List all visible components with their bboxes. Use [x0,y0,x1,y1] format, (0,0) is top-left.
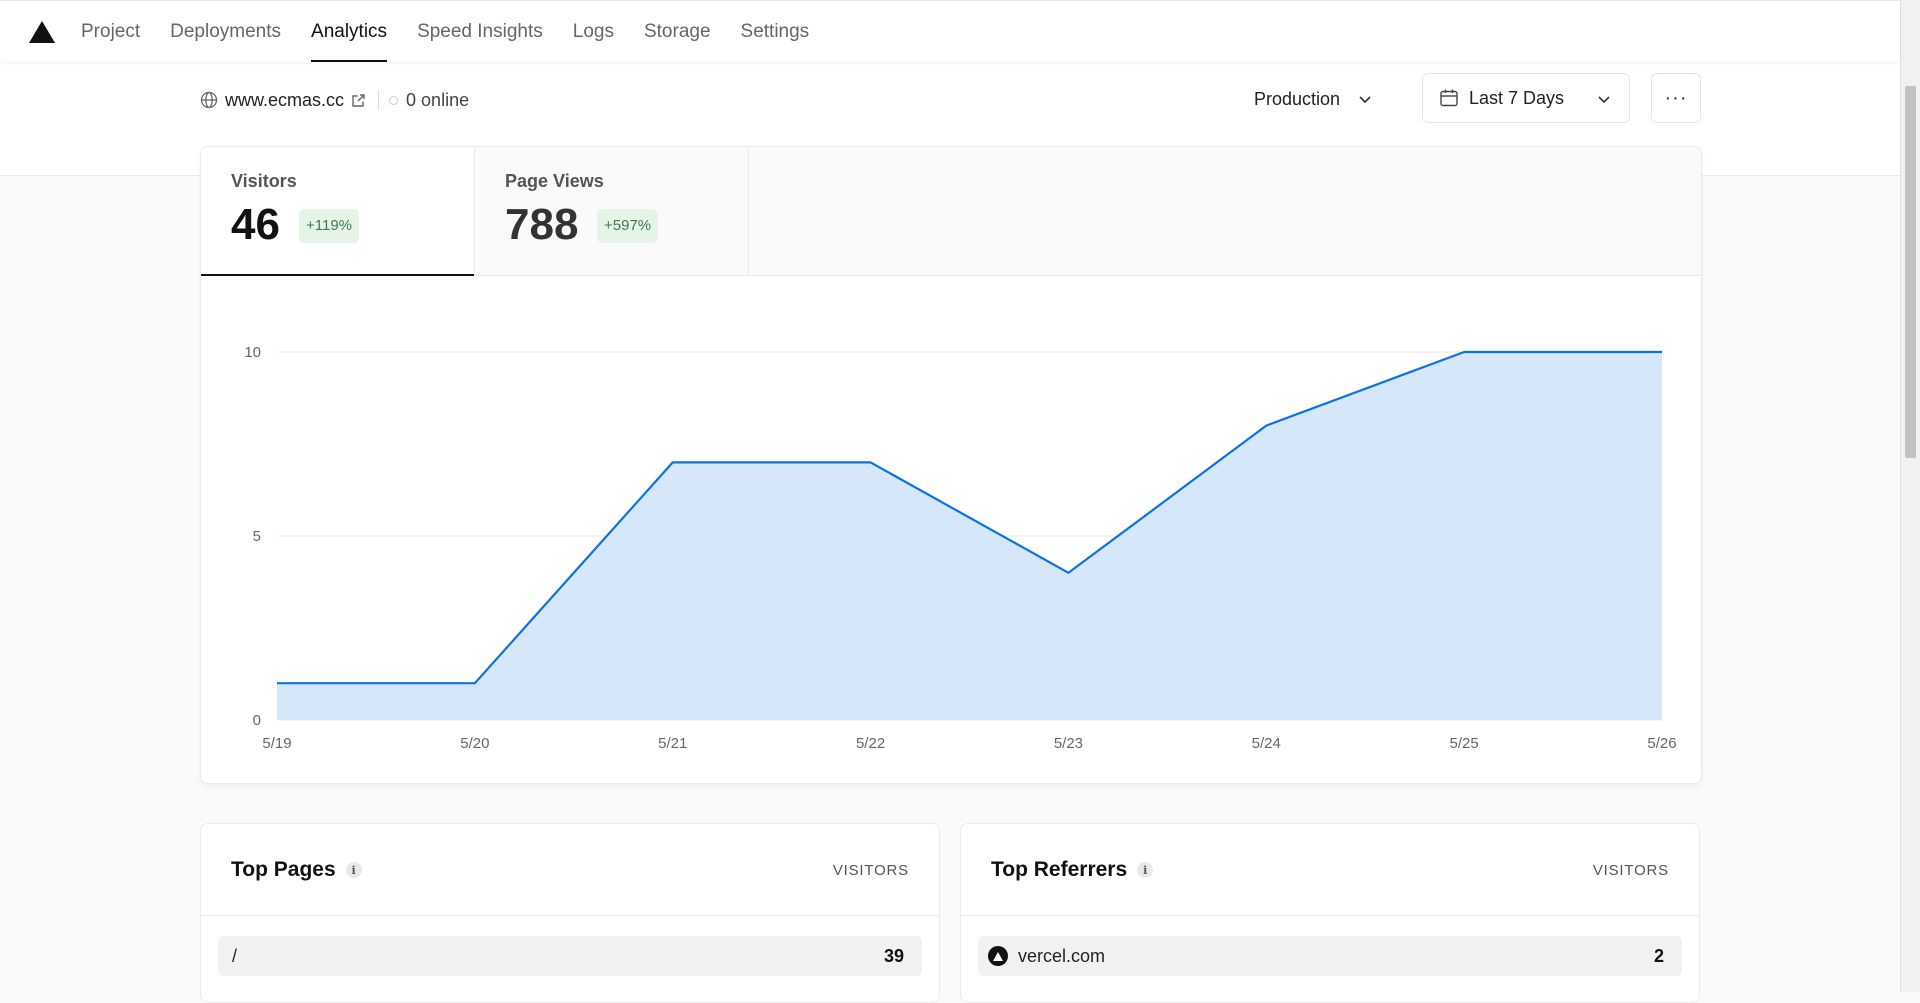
nav-tabs: Project Deployments Analytics Speed Insi… [66,1,824,62]
x-tick-label: 5/22 [856,735,885,752]
calendar-icon [1439,88,1459,108]
x-tick-label: 5/26 [1647,735,1676,752]
visitors-change-badge: +119% [299,209,359,243]
y-tick-label: 0 [253,712,261,729]
tab-settings[interactable]: Settings [726,1,825,62]
x-tick-label: 5/20 [460,735,489,752]
page-path: / [232,946,237,967]
referrer-visitors: 2 [1654,946,1664,967]
external-link-icon[interactable] [351,93,366,108]
visitors-value: 46 [231,203,280,247]
page-views-label: Page Views [505,171,604,192]
page-views-stat-tab[interactable]: Page Views 788 +597% [475,147,749,275]
tab-deployments[interactable]: Deployments [155,1,296,62]
top-pages-title: Top Pages i [231,858,362,882]
top-referrers-column-header: VISITORS [1593,862,1669,879]
vercel-logo-icon[interactable] [29,21,55,43]
tab-storage[interactable]: Storage [629,1,726,62]
analytics-card: Visitors 46 +119% Page Views 788 +597% 0… [200,146,1702,784]
top-referrers-panel: Top Referrers i VISITORS vercel.com 2 [960,823,1700,1003]
date-range-value: Last 7 Days [1469,88,1564,109]
y-tick-label: 5 [253,528,261,545]
divider [961,915,1699,916]
chevron-down-icon [1358,92,1372,106]
top-referrers-title-text: Top Referrers [991,858,1127,882]
page-scrollbar[interactable] [1900,0,1920,992]
tab-speed-insights[interactable]: Speed Insights [402,1,558,62]
list-item[interactable]: / 39 [218,936,922,976]
tab-analytics[interactable]: Analytics [296,1,402,62]
domain-link[interactable]: www.ecmas.cc [225,90,344,111]
tab-logs[interactable]: Logs [558,1,629,62]
x-tick-label: 5/25 [1450,735,1479,752]
info-icon[interactable]: i [1137,862,1153,878]
scrollbar-thumb[interactable] [1905,86,1916,458]
visitors-chart: 0 5 10 5/19 5/20 5/21 5/22 5/23 5/24 5/25 5/26 [201,276,1701,782]
vercel-favicon-icon [988,946,1008,966]
referrer-domain: vercel.com [1018,946,1105,967]
list-item[interactable]: vercel.com 2 [978,936,1682,976]
page-views-change-badge: +597% [597,209,658,243]
more-icon: ··· [1665,87,1688,110]
visitors-stat-tab[interactable]: Visitors 46 +119% [201,147,475,275]
divider [201,915,939,916]
y-tick-label: 10 [244,344,261,361]
top-pages-title-text: Top Pages [231,858,336,882]
online-count: 0 online [406,90,469,111]
environment-value: Production [1254,89,1340,110]
page-views-value: 788 [505,203,578,247]
divider [378,90,379,110]
top-pages-column-header: VISITORS [833,862,909,879]
info-icon[interactable]: i [346,862,362,878]
referrer-label: vercel.com [992,946,1105,967]
page-visitors: 39 [884,946,904,967]
top-navigation: Project Deployments Analytics Speed Insi… [0,0,1900,62]
x-tick-label: 5/19 [262,735,291,752]
top-referrers-title: Top Referrers i [991,858,1153,882]
chart-svg: 0 5 10 5/19 5/20 5/21 5/22 5/23 5/24 5/25 5/26 [201,276,1701,782]
stat-tabs: Visitors 46 +119% Page Views 788 +597% [201,147,1701,276]
x-tick-label: 5/24 [1252,735,1281,752]
tab-project[interactable]: Project [66,1,155,62]
globe-icon [200,91,218,109]
chevron-down-icon [1597,92,1611,106]
online-status-dot [389,96,398,105]
visitors-label: Visitors [231,171,297,192]
environment-select[interactable]: Production [1240,75,1390,123]
more-options-button[interactable]: ··· [1651,73,1701,123]
x-tick-label: 5/21 [658,735,687,752]
top-pages-panel: Top Pages i VISITORS / 39 [200,823,940,1003]
domain-info: www.ecmas.cc 0 online [200,88,469,112]
x-tick-label: 5/23 [1054,735,1083,752]
date-range-select[interactable]: Last 7 Days [1422,73,1630,123]
